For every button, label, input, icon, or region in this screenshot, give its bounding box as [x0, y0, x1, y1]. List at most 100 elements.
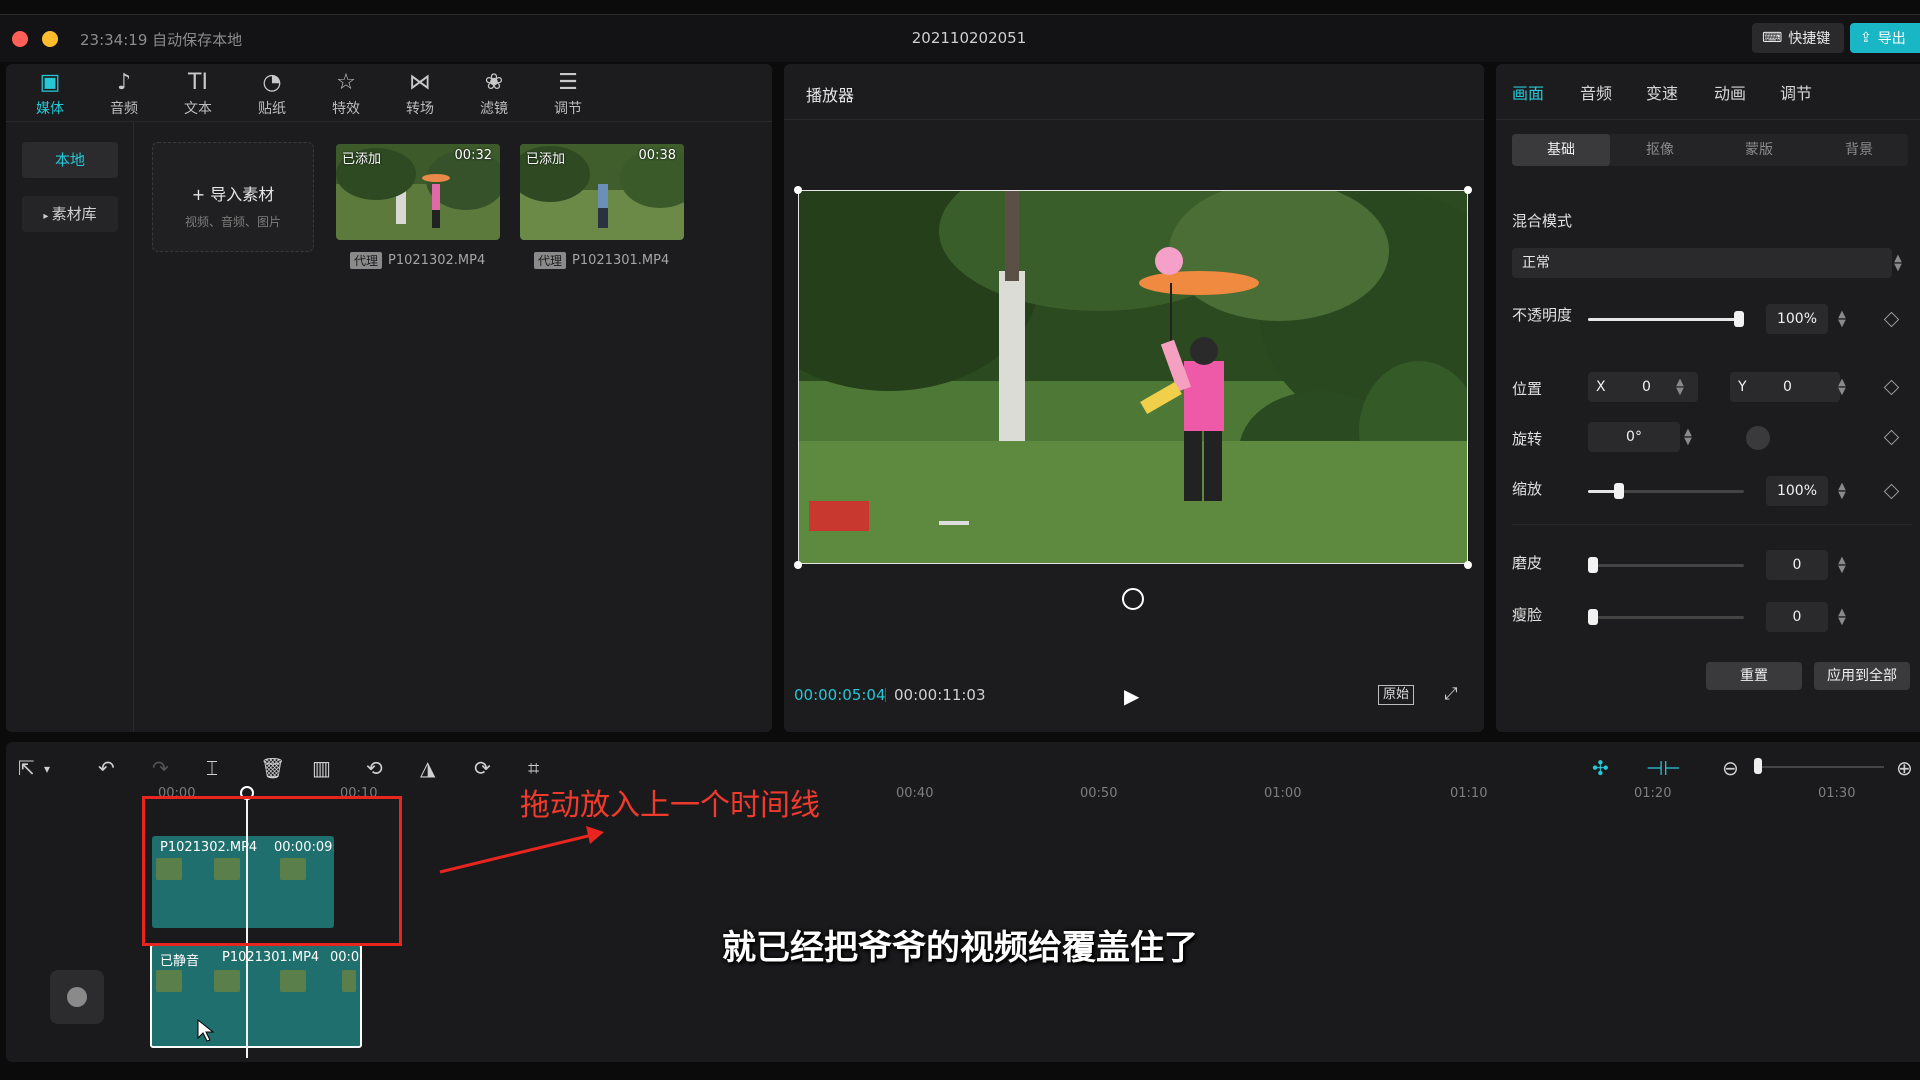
rotation-stepper-icon[interactable]: ▲ ▼ — [1682, 428, 1694, 447]
resize-handle[interactable] — [1464, 561, 1472, 569]
zoom-out-icon[interactable]: ⊖ — [1722, 756, 1739, 780]
smooth-slider[interactable] — [1588, 564, 1744, 567]
plus-icon: + — [191, 185, 211, 204]
scale-slider-knob[interactable] — [1614, 483, 1624, 499]
subtab-background[interactable]: 背景 — [1810, 134, 1908, 166]
resize-handle[interactable] — [794, 561, 802, 569]
tab-picture[interactable]: 画面 — [1512, 80, 1544, 104]
rotation-dial-icon[interactable] — [1746, 426, 1770, 450]
import-label: 导入素材 — [210, 185, 275, 204]
video-preview[interactable] — [798, 190, 1468, 564]
keyframe-icon[interactable] — [1883, 483, 1900, 500]
x-label: X — [1596, 379, 1606, 395]
opacity-slider-knob[interactable] — [1734, 311, 1744, 327]
rotation-value[interactable]: 0° — [1588, 422, 1680, 452]
total-time: 00:00:11:03 — [894, 686, 986, 704]
freeze-frame-icon[interactable]: ▥ — [312, 756, 331, 780]
subtab-basic[interactable]: 基础 — [1512, 134, 1610, 166]
play-icon[interactable]: ▶ — [1124, 684, 1139, 708]
split-icon[interactable]: ⌶ — [206, 756, 218, 780]
annotation-arrow-icon — [439, 826, 604, 874]
transition-icon: ⋈ — [409, 70, 431, 95]
position-y-field[interactable]: Y 0 — [1730, 372, 1840, 402]
sidebar-item-library[interactable]: ▸ 素材库 — [22, 196, 118, 232]
opacity-value[interactable]: 100% — [1766, 304, 1828, 334]
properties-tabs: 画面 音频 变速 动画 调节 — [1496, 64, 1920, 120]
tool-label: 调节 — [554, 101, 582, 117]
import-media-button[interactable]: + 导入素材 视频、音频、图片 — [152, 142, 314, 252]
slim-face-slider-knob[interactable] — [1588, 609, 1598, 625]
apply-to-all-button[interactable]: 应用到全部 — [1814, 662, 1910, 690]
resize-handle[interactable] — [794, 186, 802, 194]
tool-label: 文本 — [184, 101, 212, 117]
linkage-icon[interactable]: ⊣⊢ — [1646, 756, 1681, 780]
tool-transition[interactable]: ⋈ 转场 — [390, 68, 450, 120]
magnet-icon[interactable]: ✣ — [1592, 756, 1609, 780]
tool-label: 滤镜 — [480, 101, 508, 117]
tool-adjust[interactable]: ☰ 调节 — [538, 68, 598, 120]
resize-handle[interactable] — [1464, 186, 1472, 194]
scale-stepper-icon[interactable]: ▲ ▼ — [1836, 482, 1848, 501]
aspect-ratio-button[interactable]: 原始 — [1378, 685, 1415, 705]
zoom-slider[interactable] — [1754, 766, 1884, 768]
subtab-mask[interactable]: 蒙版 — [1710, 134, 1808, 166]
tab-animation[interactable]: 动画 — [1714, 80, 1746, 104]
x-stepper-icon[interactable]: ▲ ▼ — [1674, 378, 1686, 397]
rotate-clip-icon[interactable]: ⟳ — [474, 756, 491, 780]
tool-media[interactable]: ▣ 媒体 — [20, 68, 80, 120]
media-thumb[interactable]: 已添加 00:32 — [336, 144, 500, 240]
select-tool-icon[interactable]: ⇱ — [18, 756, 35, 780]
slim-face-value[interactable]: 0 — [1766, 602, 1828, 632]
proxy-badge: 代理 — [350, 252, 383, 269]
added-tag: 已添加 — [342, 152, 382, 167]
export-button[interactable]: ⇪ 导出 — [1850, 23, 1920, 53]
scale-value[interactable]: 100% — [1766, 476, 1828, 506]
media-caption: 代理 P1021301.MP4 — [534, 252, 669, 269]
tool-text[interactable]: TI 文本 — [168, 68, 228, 120]
select-stepper-icon[interactable]: ▲ ▼ — [1892, 254, 1904, 273]
tab-adjust[interactable]: 调节 — [1780, 80, 1812, 104]
redo-icon[interactable]: ↷ — [152, 756, 169, 780]
reverse-icon[interactable]: ⟲ — [366, 756, 383, 780]
zoom-slider-knob[interactable] — [1754, 758, 1762, 774]
opacity-stepper-icon[interactable]: ▲ ▼ — [1836, 310, 1848, 329]
slim-face-stepper-icon[interactable]: ▲ ▼ — [1836, 608, 1848, 627]
slim-face-slider[interactable] — [1588, 616, 1744, 619]
tab-audio[interactable]: 音频 — [1580, 80, 1612, 104]
library-label: 素材库 — [51, 205, 97, 223]
sidebar-item-local[interactable]: 本地 — [22, 142, 118, 178]
opacity-slider-fill — [1588, 318, 1744, 321]
smooth-value[interactable]: 0 — [1766, 550, 1828, 580]
tool-label: 贴纸 — [258, 101, 286, 117]
scale-label: 缩放 — [1512, 480, 1543, 498]
reset-button[interactable]: 重置 — [1706, 662, 1802, 690]
media-panel: ▣ 媒体 ♪ 音频 TI 文本 ◔ 贴纸 ☆ 特效 ⋈ 转场 ❀ 滤镜 ☰ 调节 — [6, 64, 772, 732]
ruler-label: 00:40 — [896, 786, 934, 801]
y-stepper-icon[interactable]: ▲ ▼ — [1836, 378, 1848, 397]
smooth-slider-knob[interactable] — [1588, 557, 1598, 573]
fullscreen-icon[interactable]: ⤢ — [1444, 684, 1458, 704]
delete-icon[interactable]: 🗑 — [260, 756, 285, 780]
sticker-icon: ◔ — [262, 70, 282, 95]
crop-icon[interactable]: ⌗ — [528, 756, 539, 780]
blend-mode-value: 正常 — [1522, 255, 1550, 271]
tool-effects[interactable]: ☆ 特效 — [316, 68, 376, 120]
tab-speed[interactable]: 变速 — [1646, 80, 1678, 104]
smooth-stepper-icon[interactable]: ▲ ▼ — [1836, 556, 1848, 575]
undo-icon[interactable]: ↶ — [98, 756, 115, 780]
mute-track-button[interactable] — [50, 970, 104, 1024]
keyframe-icon[interactable] — [1883, 429, 1900, 446]
zoom-in-icon[interactable]: ⊕ — [1896, 756, 1913, 780]
keyframe-icon[interactable] — [1883, 311, 1900, 328]
rotate-icon[interactable] — [1122, 588, 1144, 610]
subtab-keying[interactable]: 抠像 — [1611, 134, 1709, 166]
tool-filter[interactable]: ❀ 滤镜 — [464, 68, 524, 120]
media-thumb[interactable]: 已添加 00:38 — [520, 144, 684, 240]
tool-sticker[interactable]: ◔ 贴纸 — [242, 68, 302, 120]
mirror-icon[interactable]: ◮ — [420, 756, 435, 780]
blend-mode-select[interactable]: 正常 — [1512, 248, 1892, 278]
keyframe-icon[interactable] — [1883, 379, 1900, 396]
shortcut-button[interactable]: ⌨ 快捷键 — [1752, 23, 1845, 53]
chevron-down-icon[interactable]: ▾ — [44, 762, 50, 776]
tool-audio[interactable]: ♪ 音频 — [94, 68, 154, 120]
